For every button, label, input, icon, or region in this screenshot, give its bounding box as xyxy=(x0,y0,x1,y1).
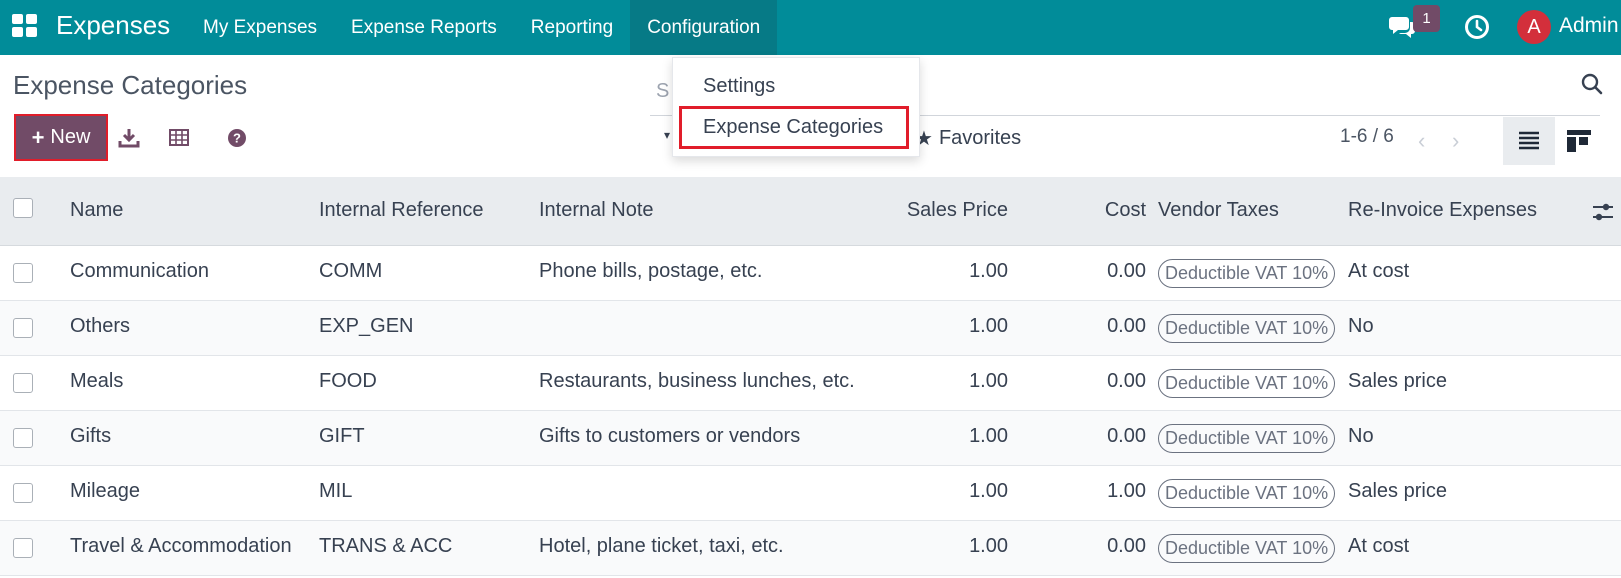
chevron-left-icon[interactable]: ‹ xyxy=(1418,128,1425,154)
col-name[interactable]: Name xyxy=(70,199,123,222)
cell-cost: 1.00 xyxy=(1107,480,1146,502)
tax-tag: Deductible VAT 10% xyxy=(1158,314,1336,343)
cell-sales-price: 1.00 xyxy=(969,535,1008,557)
user-name[interactable]: Admin xyxy=(1559,14,1619,38)
cell-sales-price: 1.00 xyxy=(969,315,1008,337)
cell-sales-price: 1.00 xyxy=(969,425,1008,447)
cell-reinvoice: Sales price xyxy=(1348,480,1447,502)
cell-name: Meals xyxy=(70,370,124,392)
cell-name: Mileage xyxy=(70,480,141,502)
cell-sales-price: 1.00 xyxy=(969,370,1008,392)
col-internal-note[interactable]: Internal Note xyxy=(539,199,654,222)
svg-text:?: ? xyxy=(233,131,241,146)
cell-ref: MIL xyxy=(319,480,353,502)
column-settings-icon[interactable] xyxy=(1592,201,1614,223)
clock-icon[interactable] xyxy=(1464,14,1490,40)
favorites-label: Favorites xyxy=(938,127,1022,149)
col-sales-price[interactable]: Sales Price xyxy=(880,199,1008,222)
kanban-view-icon[interactable] xyxy=(1566,128,1592,154)
cell-reinvoice: No xyxy=(1348,425,1374,447)
select-all-checkbox[interactable] xyxy=(13,198,33,218)
cell-ref: GIFT xyxy=(319,425,365,447)
cell-ref: TRANS & ACC xyxy=(319,535,453,557)
col-internal-reference[interactable]: Internal Reference xyxy=(319,199,484,222)
cell-cost: 0.00 xyxy=(1107,535,1146,557)
col-reinvoice-expenses[interactable]: Re-Invoice Expenses xyxy=(1348,199,1537,222)
list-view-icon xyxy=(1519,131,1539,150)
menu-expense-reports[interactable]: Expense Reports xyxy=(334,0,514,55)
table-row[interactable]: Travel & Accommodation TRANS & ACC Hotel… xyxy=(0,521,1621,576)
cell-note: Gifts to customers or vendors xyxy=(539,425,801,447)
menu-configuration[interactable]: Configuration xyxy=(630,0,778,55)
table-row[interactable]: Others EXP_GEN 1.00 0.00 Deductible VAT … xyxy=(0,301,1621,356)
menu-reporting[interactable]: Reporting xyxy=(514,0,630,55)
tax-tag: Deductible VAT 10% xyxy=(1158,369,1336,398)
apps-grid-icon[interactable] xyxy=(12,14,38,38)
row-checkbox[interactable] xyxy=(13,428,33,448)
chat-badge: 1 xyxy=(1413,5,1440,32)
row-checkbox[interactable] xyxy=(13,373,33,393)
cell-cost: 0.00 xyxy=(1107,425,1146,447)
cell-sales-price: 1.00 xyxy=(969,480,1008,502)
tax-tag: Deductible VAT 10% xyxy=(1158,534,1336,563)
cell-name: Others xyxy=(70,315,131,337)
help-icon[interactable]: ? xyxy=(226,127,248,149)
download-icon[interactable] xyxy=(118,127,140,149)
new-button-label: New xyxy=(50,126,91,148)
app-name[interactable]: Expenses xyxy=(56,10,170,41)
row-checkbox[interactable] xyxy=(13,263,33,283)
dropdown-item-expense-categories[interactable]: Expense Categories xyxy=(703,116,883,139)
main-menu: My Expenses Expense Reports Reporting Co… xyxy=(186,0,778,55)
table-row[interactable]: Communication COMM Phone bills, postage,… xyxy=(0,246,1621,301)
row-checkbox[interactable] xyxy=(13,318,33,338)
tax-tag: Deductible VAT 10% xyxy=(1158,479,1336,508)
cell-cost: 0.00 xyxy=(1107,370,1146,392)
plus-icon: + xyxy=(31,124,45,150)
table-row[interactable]: Gifts GIFT Gifts to customers or vendors… xyxy=(0,411,1621,466)
cell-cost: 0.00 xyxy=(1107,315,1146,337)
pager-value[interactable]: 1-6 / 6 xyxy=(1340,126,1394,148)
menu-my-expenses[interactable]: My Expenses xyxy=(186,0,334,55)
cell-name: Communication xyxy=(70,260,209,282)
row-checkbox[interactable] xyxy=(13,483,33,503)
dropdown-item-settings[interactable]: Settings xyxy=(703,75,775,98)
cell-reinvoice: Sales price xyxy=(1348,370,1447,392)
table-row[interactable]: Meals FOOD Restaurants, business lunches… xyxy=(0,356,1621,411)
cell-note: Phone bills, postage, etc. xyxy=(539,260,763,282)
cell-ref: FOOD xyxy=(319,370,377,392)
page-title: Expense Categories xyxy=(13,70,248,100)
favorites-menu[interactable]: ★ Favorites xyxy=(915,126,1021,151)
filter-caret-icon[interactable]: ▾ xyxy=(664,128,670,142)
avatar[interactable]: A xyxy=(1517,10,1551,44)
col-vendor-taxes[interactable]: Vendor Taxes xyxy=(1158,199,1279,222)
table-header: Name Internal Reference Internal Note Sa… xyxy=(0,177,1621,246)
cell-ref: EXP_GEN xyxy=(319,315,414,337)
list-view-button[interactable] xyxy=(1503,117,1555,165)
cell-reinvoice: At cost xyxy=(1348,535,1410,557)
chat-icon[interactable] xyxy=(1388,14,1416,40)
cell-name: Gifts xyxy=(70,425,112,447)
cell-reinvoice: No xyxy=(1348,315,1374,337)
table-row[interactable]: Mileage MIL 1.00 1.00 Deductible VAT 10%… xyxy=(0,466,1621,521)
top-navbar: Expenses My Expenses Expense Reports Rep… xyxy=(0,0,1621,55)
cell-ref: COMM xyxy=(319,260,383,282)
cell-name: Travel & Accommodation xyxy=(70,535,292,557)
cell-sales-price: 1.00 xyxy=(969,260,1008,282)
search-icon[interactable] xyxy=(1580,72,1604,96)
spreadsheet-icon[interactable] xyxy=(168,127,190,149)
col-cost[interactable]: Cost xyxy=(1060,199,1146,222)
cell-reinvoice: At cost xyxy=(1348,260,1410,282)
cell-cost: 0.00 xyxy=(1107,260,1146,282)
tax-tag: Deductible VAT 10% xyxy=(1158,259,1336,288)
search-input[interactable]: S xyxy=(656,80,669,103)
cell-note: Restaurants, business lunches, etc. xyxy=(539,370,855,392)
tax-tag: Deductible VAT 10% xyxy=(1158,424,1336,453)
row-checkbox[interactable] xyxy=(13,538,33,558)
chevron-right-icon[interactable]: › xyxy=(1452,128,1459,154)
new-button[interactable]: + New xyxy=(14,114,108,161)
configuration-dropdown: Settings Expense Categories xyxy=(672,57,920,157)
cell-note: Hotel, plane ticket, taxi, etc. xyxy=(539,535,784,557)
